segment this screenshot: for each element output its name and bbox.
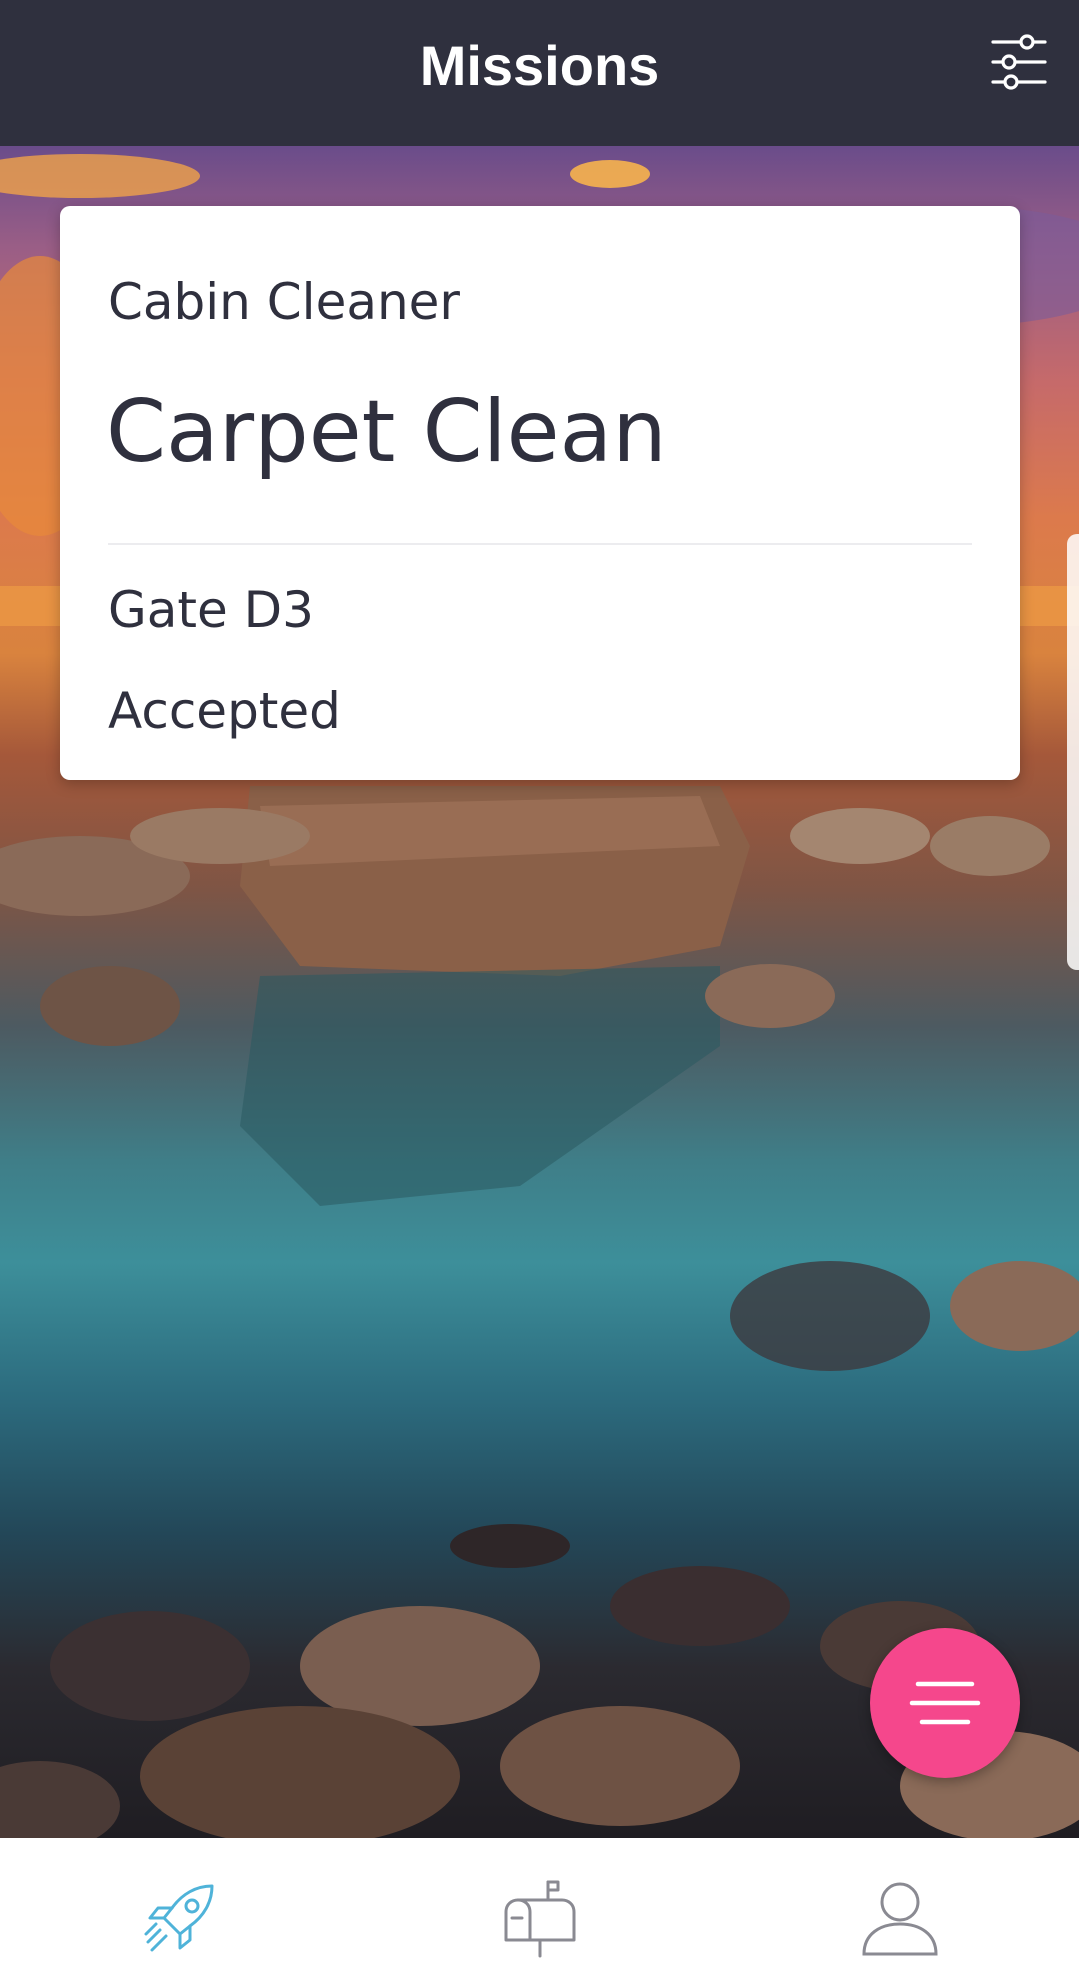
- nav-item-inbox[interactable]: [360, 1838, 720, 1980]
- mission-card[interactable]: Cabin Cleaner Carpet Clean Gate D3 Accep…: [60, 206, 1020, 780]
- filter-button[interactable]: [987, 30, 1051, 94]
- mailbox-icon: [504, 1880, 576, 1958]
- rocket-icon: [144, 1884, 214, 1952]
- bottom-navigation: [0, 1838, 1079, 1980]
- mission-location: Gate D3: [108, 581, 314, 639]
- nav-item-missions[interactable]: [0, 1838, 360, 1980]
- app-screen: Missions Cabin Cleaner Carpet Clean Gate…: [0, 0, 1079, 1980]
- mission-status: Accepted: [108, 682, 341, 740]
- user-icon: [862, 1882, 938, 1956]
- top-bar: Missions: [0, 0, 1079, 146]
- menu-lines-icon: [909, 1681, 981, 1725]
- sliders-icon: [991, 34, 1047, 90]
- next-card-peek[interactable]: [1067, 534, 1079, 970]
- card-divider: [108, 543, 972, 545]
- mission-task-title: Carpet Clean: [106, 382, 667, 482]
- mission-role: Cabin Cleaner: [108, 273, 460, 331]
- menu-fab-button[interactable]: [870, 1628, 1020, 1778]
- page-title: Missions: [419, 34, 660, 97]
- nav-item-profile[interactable]: [720, 1838, 1079, 1980]
